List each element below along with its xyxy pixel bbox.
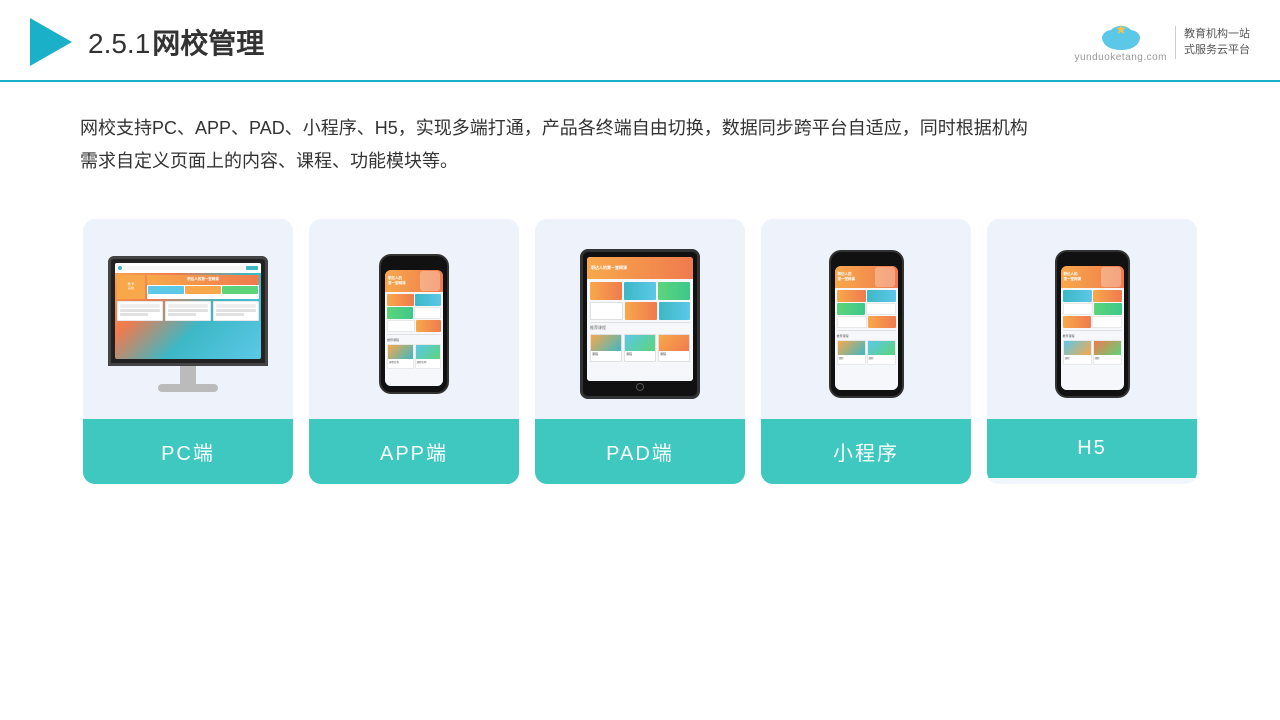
page-header: 2.5.1网校管理 yunduoketang.com 教育机构一站 式服务云平台	[0, 0, 1280, 82]
phone-app-icon: 职达人的第一堂网课	[379, 254, 449, 394]
phone-h5-icon: 职达人的第一堂网课	[1055, 250, 1130, 398]
page-title-num: 2.5.1	[88, 28, 150, 59]
brand-tagline-line2: 式服务云平台	[1184, 42, 1250, 59]
card-app: 职达人的第一堂网课	[309, 219, 519, 484]
brand-area: yunduoketang.com 教育机构一站 式服务云平台	[1074, 22, 1250, 63]
brand-tagline-line1: 教育机构一站	[1184, 26, 1250, 43]
card-miniprogram-image: 职达人的第一堂网课	[761, 219, 971, 419]
description-text-1: 网校支持PC、APP、PAD、小程序、H5，实现多端打通，产品各终端自由切换，数…	[80, 112, 1200, 145]
brand-logo: yunduoketang.com	[1074, 22, 1167, 63]
card-pc: 教 学系统 职达人的第一堂网课	[83, 219, 293, 484]
brand-tagline: 教育机构一站 式服务云平台	[1175, 26, 1250, 59]
logo-triangle-icon	[30, 18, 72, 66]
page-title-text: 网校管理	[152, 28, 264, 59]
page-title: 2.5.1网校管理	[88, 22, 264, 62]
card-pc-image: 教 学系统 职达人的第一堂网课	[83, 219, 293, 419]
description-area: 网校支持PC、APP、PAD、小程序、H5，实现多端打通，产品各终端自由切换，数…	[0, 82, 1280, 189]
card-app-label: APP端	[309, 419, 519, 484]
cloud-icon	[1094, 22, 1148, 52]
card-h5: 职达人的第一堂网课	[987, 219, 1197, 484]
card-app-image: 职达人的第一堂网课	[309, 219, 519, 419]
phone-miniprogram-icon: 职达人的第一堂网课	[829, 250, 904, 398]
card-h5-label: H5	[987, 419, 1197, 478]
card-pc-label: PC端	[83, 419, 293, 484]
brand-url: yunduoketang.com	[1074, 52, 1167, 63]
card-miniprogram: 职达人的第一堂网课	[761, 219, 971, 484]
description-text-2: 需求自定义页面上的内容、课程、功能模块等。	[80, 145, 1200, 178]
card-h5-image: 职达人的第一堂网课	[987, 219, 1197, 419]
card-miniprogram-label: 小程序	[761, 419, 971, 484]
card-pad: 职达人的第一堂网课	[535, 219, 745, 484]
header-left: 2.5.1网校管理	[30, 18, 264, 66]
card-pad-label: PAD端	[535, 419, 745, 484]
pc-monitor-icon: 教 学系统 职达人的第一堂网课	[108, 256, 268, 392]
cards-container: 教 学系统 职达人的第一堂网课	[0, 189, 1280, 514]
tablet-pad-icon: 职达人的第一堂网课	[580, 249, 700, 399]
card-pad-image: 职达人的第一堂网课	[535, 219, 745, 419]
